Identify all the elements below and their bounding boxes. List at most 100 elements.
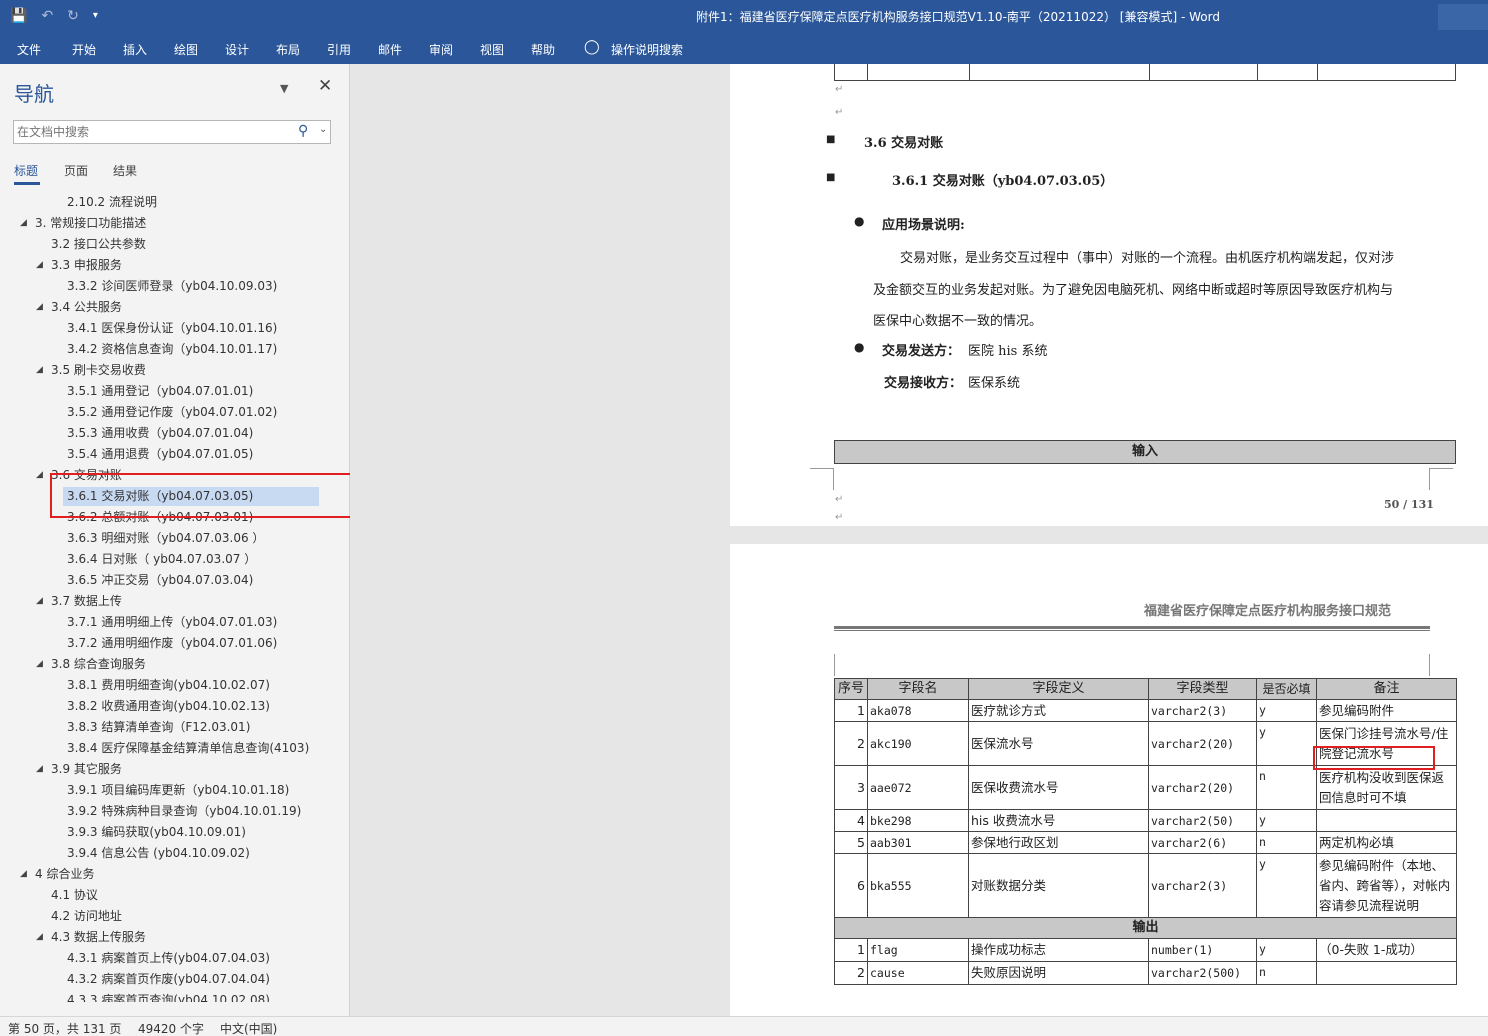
col-header: 字段定义	[968, 678, 1149, 700]
bullet-dot: ●	[854, 214, 865, 228]
collapse-triangle-icon[interactable]: ◢	[36, 297, 43, 317]
col-header: 是否必填	[1256, 678, 1317, 700]
tab-home[interactable]: 开始	[72, 41, 96, 58]
redo-icon[interactable]: ↻	[67, 6, 79, 26]
cell-index: 2	[834, 961, 868, 985]
nav-tab-results[interactable]: 结果	[113, 162, 137, 179]
search-options-chevron-icon[interactable]: ⌄	[319, 124, 327, 135]
collapse-triangle-icon[interactable]: ◢	[20, 864, 27, 884]
tell-me-search[interactable]: 操作说明搜索	[611, 41, 683, 58]
nav-heading-label: 2.10.2 流程说明	[67, 195, 157, 209]
document-area[interactable]: ↵ ↵ ■ 3.6 交易对账 ■ 3.6.1 交易对账（yb04.07.03.0…	[350, 64, 1488, 1016]
nav-heading-label: 3.4 公共服务	[51, 300, 122, 314]
ribbon-tabs: 文件 开始 插入 绘图 设计 布局 引用 邮件 审阅 视图 帮助 ◯ 操作说明搜…	[0, 32, 1488, 64]
cell-field-definition: 医疗就诊方式	[968, 699, 1149, 722]
close-icon[interactable]: ✕	[318, 76, 332, 96]
cell-field-type: varchar2(20)	[1148, 765, 1257, 810]
heading-3-6: 3.6 交易对账	[864, 136, 944, 151]
cell-note: （0-失败 1-成功）	[1316, 938, 1457, 962]
tab-references[interactable]: 引用	[327, 41, 351, 58]
search-icon[interactable]: ⚲	[298, 123, 308, 139]
collapse-triangle-icon[interactable]: ◢	[36, 927, 43, 947]
word-count[interactable]: 49420 个字	[138, 1020, 204, 1036]
scenario-para-line3: 医保中心数据不一致的情况。	[873, 314, 1043, 329]
collapse-triangle-icon[interactable]: ◢	[36, 591, 43, 611]
nav-heading-label: 3.7.2 通用明细作废（yb04.07.01.06)	[67, 636, 278, 650]
nav-heading-label: 3.7 数据上传	[51, 594, 122, 608]
collapse-triangle-icon[interactable]: ◢	[20, 213, 27, 233]
crop-mark	[1429, 468, 1453, 490]
table-row: 4 bke298 his 收费流水号 varchar2(50) y	[834, 809, 1457, 832]
cell-index: 5	[834, 831, 868, 854]
running-header: 福建省医疗保障定点医疗机构服务接口规范	[1144, 604, 1392, 619]
nav-heading-label: 3.5.3 通用收费（yb04.07.01.04)	[67, 426, 254, 440]
nav-heading-label: 3.9 其它服务	[51, 762, 122, 776]
language[interactable]: 中文(中国)	[220, 1020, 277, 1036]
col-header: 字段类型	[1148, 678, 1257, 700]
cell-required: n	[1256, 831, 1317, 854]
page-51: 福建省医疗保障定点医疗机构服务接口规范 序号 字段名 字段定义 字段类型 是否必…	[730, 544, 1488, 1016]
nav-tab-pages[interactable]: 页面	[64, 162, 88, 179]
table-row: 3 aae072 医保收费流水号 varchar2(20) n 医疗机构没收到医保返回信息…	[834, 765, 1457, 810]
collapse-triangle-icon[interactable]: ◢	[36, 255, 43, 275]
nav-heading-label: 3.8.4 医疗保障基金结算清单信息查询(4103)	[67, 741, 310, 755]
cell-field-type: number(1)	[1148, 938, 1257, 962]
tab-design[interactable]: 设计	[225, 41, 249, 58]
header-rule	[834, 626, 1430, 629]
tab-review[interactable]: 审阅	[429, 41, 453, 58]
cell-required: y	[1256, 853, 1317, 918]
nav-heading-label: 4.3 数据上传服务	[51, 930, 146, 944]
cell-note: 医疗机构没收到医保返回信息时可不填	[1316, 765, 1457, 810]
nav-heading-label: 3.6.3 明细对账（yb04.07.03.06 ）	[67, 531, 265, 545]
cell-field-name: cause	[867, 961, 969, 985]
nav-heading-label: 3.6.4 日对账（ yb04.07.03.07 ）	[67, 552, 257, 566]
nav-heading-label: 3.8.1 费用明细查询(yb04.10.02.07)	[67, 678, 270, 692]
tab-mailings[interactable]: 邮件	[378, 41, 402, 58]
save-icon[interactable]: 💾	[10, 6, 27, 26]
field-table: 序号 字段名 字段定义 字段类型 是否必填 备注 1 aka078 医疗就诊方式 va…	[834, 678, 1457, 985]
tab-help[interactable]: 帮助	[531, 41, 555, 58]
customize-qat-icon[interactable]: ▾	[93, 6, 98, 26]
table-row: 2 cause 失败原因说明 varchar2(500) n	[834, 961, 1457, 985]
cell-index: 6	[834, 853, 868, 918]
heading-3-6-1: 3.6.1 交易对账（yb04.07.03.05）	[892, 174, 1114, 189]
nav-tab-headings[interactable]: 标题	[14, 162, 38, 179]
nav-heading-label: 3.8 综合查询服务	[51, 657, 146, 671]
nav-heading-label: 3.9.4 信息公告 (yb04.10.09.02)	[67, 846, 250, 860]
col-header: 序号	[834, 678, 868, 700]
title-search-box[interactable]	[1438, 4, 1488, 30]
nav-heading-label: 3.5 刷卡交易收费	[51, 363, 146, 377]
cell-field-type: varchar2(3)	[1148, 853, 1257, 918]
tab-draw[interactable]: 绘图	[174, 41, 198, 58]
paragraph-mark: ↵	[835, 84, 844, 95]
page-count[interactable]: 第 50 页，共 131 页	[8, 1020, 121, 1036]
cell-field-definition: 医保流水号	[968, 721, 1149, 766]
cell-field-type: varchar2(50)	[1148, 809, 1257, 832]
scenario-para-line2: 及金额交互的业务发起对账。为了避免因电脑死机、网络中断或超时等原因导致医疗机构与	[873, 283, 1394, 298]
nav-heading-label: 3.3.2 诊间医师登录（yb04.10.09.03)	[67, 279, 278, 293]
collapse-triangle-icon[interactable]: ◢	[36, 360, 43, 380]
nav-options-dropdown-icon[interactable]: ▼	[280, 82, 288, 95]
cell-field-type: varchar2(500)	[1148, 961, 1257, 985]
tab-view[interactable]: 视图	[480, 41, 504, 58]
col-header: 备注	[1316, 678, 1457, 700]
nav-search-input[interactable]	[17, 123, 287, 141]
collapse-triangle-icon[interactable]: ◢	[36, 654, 43, 674]
navigation-pane: 导航 ▼ ✕ ⚲ ⌄ 标题 页面 结果 2.10.2 流程说明 ◢ 3. 常规接口功…	[0, 64, 350, 1016]
tab-file[interactable]: 文件	[17, 41, 41, 58]
nav-heading-label: 4.3.2 病案首页作废(yb04.07.04.04)	[67, 972, 270, 986]
annotation-box-table	[1313, 746, 1435, 770]
cell-field-definition: his 收费流水号	[968, 809, 1149, 832]
nav-heading-label: 3.4.2 资格信息查询（yb04.10.01.17)	[67, 342, 278, 356]
nav-heading-label: 3.5.1 通用登记（yb04.07.01.01)	[67, 384, 254, 398]
cell-field-type: varchar2(20)	[1148, 721, 1257, 766]
table-row: 5 aab301 参保地行政区划 varchar2(6) n 两定机构必填	[834, 831, 1457, 854]
cell-field-name: flag	[867, 938, 969, 962]
tab-layout[interactable]: 布局	[276, 41, 300, 58]
page-number: 50 / 131	[1384, 498, 1434, 511]
collapse-triangle-icon[interactable]: ◢	[36, 465, 43, 485]
collapse-triangle-icon[interactable]: ◢	[36, 759, 43, 779]
undo-icon[interactable]: ↶	[41, 6, 53, 26]
tab-insert[interactable]: 插入	[123, 41, 147, 58]
bullet-dot: ●	[854, 340, 865, 354]
